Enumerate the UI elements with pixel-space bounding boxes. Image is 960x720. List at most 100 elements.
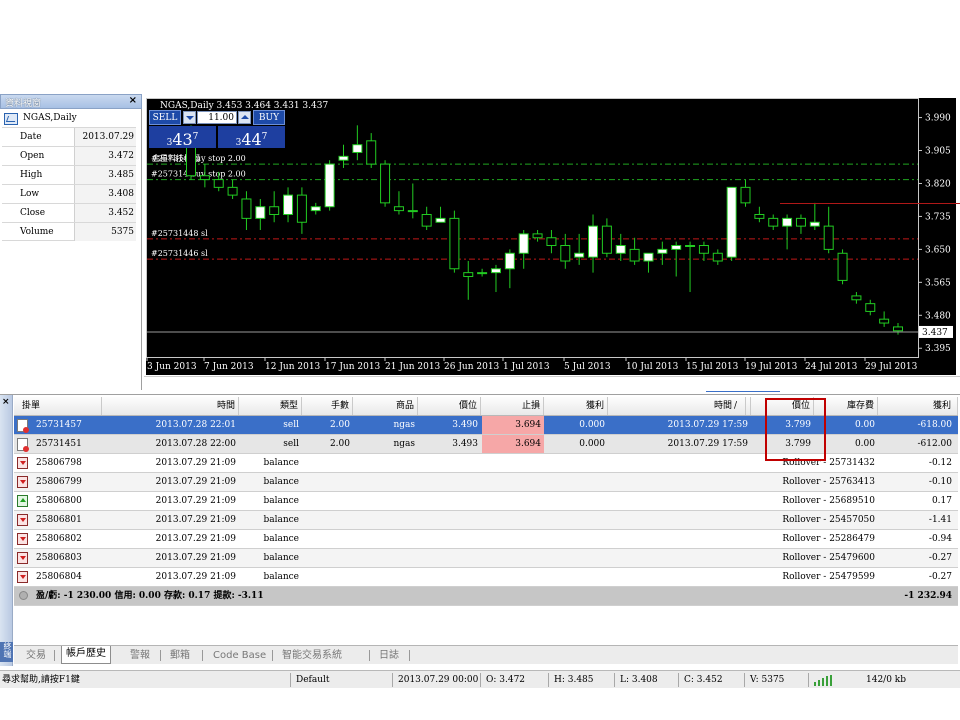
sell-button[interactable]: SELL [149,110,181,125]
col-time[interactable]: 時間 [106,397,239,415]
candle [338,155,349,161]
close-icon[interactable]: × [2,397,10,407]
data-row-value: 3.485 [74,166,136,184]
cell-takeprofit: 0.000 [579,420,605,430]
data-row: Volume 5375 [2,222,136,241]
cell-size: 2.00 [329,439,350,449]
candle [685,245,696,248]
data-window-symbol: NGAS,Daily [4,112,140,128]
tab-code-base[interactable]: Code Base [209,648,270,664]
balance-down-icon [17,476,28,488]
tab-account-history[interactable]: 帳戶歷史 [61,646,111,664]
date-tick-label: 19 Jul 2013 [745,362,798,372]
terminal-sidebar: × 終端 [0,395,13,666]
candle [726,186,737,258]
sell-price-sup: 7 [192,132,199,142]
cell-profit: -0.94 [928,534,952,544]
candle [435,217,446,223]
col-takeprofit[interactable]: 獲利 [545,397,608,415]
candle [463,272,474,278]
lot-size-field[interactable]: 11.00 [197,111,237,124]
cell-profit: -0.27 [928,553,952,563]
cell-order: 25806798 [36,458,82,468]
candle [393,206,404,212]
lot-decrease-icon[interactable] [183,111,196,124]
date-tick-label: 12 Jun 2013 [265,362,321,372]
col-profit[interactable]: 獲利 [879,397,958,415]
cell-comment: Rollover - 25286479 [782,534,875,544]
price-tick-label: 3.820 [925,179,951,189]
tab-expert-advisors[interactable]: 智能交易系統 [278,648,346,664]
col-price[interactable]: 價位 [419,397,481,415]
tab-journal[interactable]: 日誌 [375,648,403,664]
price-tick-label: 3.735 [925,212,951,222]
cell-order: 25731457 [36,420,82,430]
data-row-value: 5375 [74,223,136,241]
sell-price[interactable]: 3437 [149,126,216,149]
col-item[interactable]: 商品 [354,397,418,415]
col-close-time[interactable]: 時間 [609,397,751,415]
buy-button[interactable]: BUY [253,110,285,125]
data-window: 資料視窗 × NGAS,Daily Date 2013.07.29 Open 3… [0,94,142,390]
cell-order: 25806802 [36,534,82,544]
cell-time: 2013.07.29 21:09 [155,477,236,487]
col-size[interactable]: 手數 [303,397,353,415]
tab-mailbox[interactable]: 郵箱 [166,648,194,664]
status-divider [392,673,393,687]
balance-down-icon [17,514,28,526]
price-chart[interactable]: NGAS,Daily 3.453 3.464 3.431 3.437 3.990 3… [146,98,956,375]
price-tick-label: 3.905 [925,147,951,157]
price-tick-label: 3.650 [925,245,951,255]
table-row[interactable]: 25806803 2013.07.29 21:09 balance Rollov… [14,549,958,568]
summary-icon [19,591,28,600]
candle [366,140,377,165]
table-row[interactable]: 25806800 2013.07.29 21:09 balance Rollov… [14,492,958,511]
data-row: Date 2013.07.29 [2,127,136,146]
terminal-side-label: 終端 [0,642,13,662]
summary-row: 盈/虧: -1 230.00 信用: 0.00 存款: 0.17 提款: -3.… [14,587,958,606]
cell-type: balance [263,572,299,582]
lot-increase-icon[interactable] [238,111,251,124]
buy-price[interactable]: 3447 [218,126,285,149]
cell-time: 2013.07.29 21:09 [155,534,236,544]
date-tick-label: 1 Jul 2013 [503,362,550,372]
balance-down-icon [17,457,28,469]
sell-price-big: 43 [172,130,193,149]
candle [296,194,307,223]
data-row-value: 3.472 [74,147,136,165]
tab-alerts[interactable]: 警報 [126,648,154,664]
table-row[interactable]: 25806801 2013.07.29 21:09 balance Rollov… [14,511,958,530]
chart-line-icon [4,113,18,125]
status-help: 尋求幫助,請按F1鍵 [2,675,80,685]
sell-order-icon [17,419,29,433]
col-type[interactable]: 類型 [240,397,302,415]
status-profile[interactable]: Default [296,674,330,688]
data-window-titlebar[interactable]: 資料視窗 × [0,94,142,109]
tab-separator [160,650,161,661]
date-tick-label: 17 Jun 2013 [325,362,381,372]
table-row[interactable]: 25806804 2013.07.29 21:09 balance Rollov… [14,568,958,587]
price-tick-label: 3.990 [925,114,951,124]
date-tick-label: 15 Jul 2013 [686,362,739,372]
table-row[interactable]: 25806799 2013.07.29 21:09 balance Rollov… [14,473,958,492]
cell-profit: -0.10 [928,477,952,487]
table-row[interactable]: 25806802 2013.07.29 21:09 balance Rollov… [14,530,958,549]
candle [837,252,848,281]
col-order[interactable]: 掛單 [22,397,102,415]
cell-type: balance [263,477,299,487]
red-guide-line [780,203,960,204]
candle [823,225,834,250]
col-stoploss[interactable]: 止損 [482,397,544,415]
cell-type: sell [283,420,299,430]
candle [795,217,806,227]
candle [532,233,543,239]
close-icon[interactable]: × [129,95,137,106]
cell-comment: Rollover - 25479600 [782,553,875,563]
cell-type: balance [263,515,299,525]
cell-profit: -0.12 [928,458,952,468]
buy-price-sup: 7 [261,132,268,142]
level-line-label: #25731448 sl [151,229,208,238]
tab-trade[interactable]: 交易 [22,648,50,664]
candle [574,252,585,258]
chart-scrollbar[interactable] [144,376,960,390]
